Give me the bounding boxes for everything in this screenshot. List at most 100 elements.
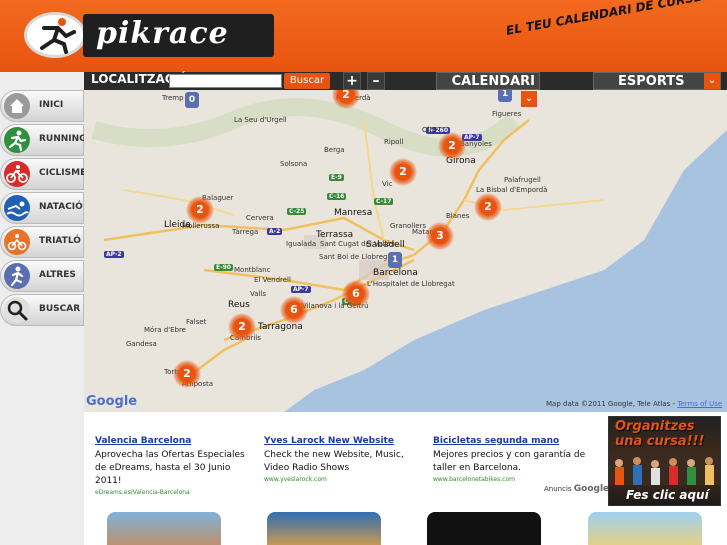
event-cluster-marker[interactable]: 6 — [280, 296, 308, 324]
sidebar-item-running[interactable]: RUNNING — [0, 124, 87, 156]
chevron-down-icon[interactable]: ⌄ — [704, 73, 720, 89]
magnifier-icon — [4, 297, 30, 323]
map-place-label: Gandesa — [126, 340, 157, 348]
sidebar-item-label: TRIATLÓ — [39, 236, 81, 246]
map-place-label: Cervera — [246, 214, 274, 222]
road-label: C-25 — [287, 208, 307, 215]
map-place-label: Granollers — [390, 222, 427, 230]
chevron-down-icon[interactable]: ⌄ — [521, 91, 537, 107]
map-place-label: Tremp — [162, 94, 184, 102]
event-cluster-marker[interactable]: 2 — [228, 313, 256, 341]
ad-title-link[interactable]: Yves Larock New Website — [264, 436, 424, 446]
location-search-button[interactable]: Buscar — [284, 73, 330, 89]
map-place-label: Figueres — [492, 110, 522, 118]
sidebar-item-label: CICLISME — [39, 168, 87, 178]
map-place-label: Reus — [228, 300, 250, 310]
sidebar-item-label: BUSCAR — [39, 304, 81, 314]
map-place-label: Sant Cugat del Vallès — [320, 240, 395, 248]
event-cluster-marker[interactable]: 2 — [389, 158, 417, 186]
map-data-text: Map data ©2011 Google, Tele Atlas - — [546, 400, 676, 408]
road-label: C-16 — [327, 193, 347, 200]
ad-url[interactable]: eDreams.es/Valencia-Barcelona — [95, 489, 255, 496]
map-place-label: Palafrugell — [504, 176, 541, 184]
sidebar-item-inici[interactable]: INICI — [0, 90, 84, 122]
runner-icon — [4, 127, 30, 153]
event-pin-marker[interactable]: 1 — [388, 252, 402, 268]
ad-title-link[interactable]: Valencia Barcelona — [95, 436, 255, 446]
map-place-label: L'Hospitalet de Llobregat — [367, 280, 455, 288]
runner-logo-icon — [40, 18, 76, 54]
event-cluster-marker[interactable]: 2 — [438, 132, 466, 160]
event-cluster-marker[interactable]: 6 — [342, 280, 370, 308]
event-pin-marker[interactable]: 0 — [185, 92, 199, 108]
ad-body-text: Aprovecha las Ofertas Especiales de eDre… — [95, 450, 245, 486]
event-cluster-marker[interactable]: 2 — [474, 193, 502, 221]
road-label: A-2 — [267, 228, 283, 235]
race-thumbnail[interactable] — [107, 512, 221, 545]
map-place-label: Manresa — [334, 208, 373, 218]
zoom-in-button[interactable]: + — [343, 72, 361, 90]
map-place-label: Montblanc — [234, 266, 271, 274]
ad-body-text: Check the new Website, Music, Video Radi… — [264, 450, 404, 473]
map-place-label: Valls — [250, 290, 267, 298]
road-label: C-17 — [374, 198, 394, 205]
runners-crowd-image — [609, 453, 720, 485]
map-place-label: Vic — [382, 180, 393, 188]
page: pikrace EL TEU CALENDARI DE CURSES INICI… — [0, 0, 727, 545]
map-place-label: Falset — [186, 318, 207, 326]
zoom-out-button[interactable]: – — [367, 72, 385, 90]
home-icon — [4, 93, 30, 119]
ad-block: Valencia Barcelona Aprovecha las Ofertas… — [84, 412, 609, 500]
sidebar-item-label: NATACIÓ — [39, 202, 83, 212]
sidebar-item-label: ALTRES — [39, 270, 76, 280]
sidebar-item-ciclisme[interactable]: CICLISME — [0, 158, 87, 190]
map-view[interactable]: N-260 AP-7 C-25 C-16 C-17 E-9 A-2 AP-2 E… — [84, 90, 727, 412]
ad-item[interactable]: Bicicletas segunda mano Mejores precios … — [433, 436, 593, 483]
race-thumbnail[interactable] — [427, 512, 541, 545]
sidebar-item-triatlo[interactable]: TRIATLÓ — [0, 226, 84, 258]
map-place-label: Ripoll — [384, 138, 404, 146]
organize-race-promo[interactable]: Organitzes una cursa!!! Fes clic aquí — [608, 416, 721, 506]
event-cluster-marker[interactable]: 2 — [186, 196, 214, 224]
road-label: AP-7 — [291, 286, 311, 293]
race-thumbnail[interactable] — [588, 512, 702, 545]
road-label: E-9 — [329, 174, 344, 181]
road-label: AP-2 — [104, 251, 124, 258]
map-place-label: Móra d'Ebre — [144, 326, 186, 334]
triathlon-icon — [4, 229, 30, 255]
map-place-label: El Vendrell — [254, 276, 291, 284]
ad-title-link[interactable]: Bicicletas segunda mano — [433, 436, 593, 446]
sidebar-item-buscar[interactable]: BUSCAR — [0, 294, 84, 326]
ad-body-text: Mejores precios y con garantía de taller… — [433, 450, 586, 473]
sports-dropdown[interactable]: ESPORTS — [593, 72, 721, 90]
other-sports-icon — [4, 263, 30, 289]
map-place-label: Blanes — [446, 212, 470, 220]
ad-url[interactable]: www.barcelonetabikes.com — [433, 476, 593, 483]
ads-by-brand: Google — [573, 484, 610, 494]
google-map-logo: Google — [86, 394, 138, 409]
ads-by-google[interactable]: Anuncis Google — [544, 484, 609, 494]
map-place-label: La Seu d'Urgell — [234, 116, 287, 124]
calendar-button[interactable]: CALENDARI — [436, 72, 540, 90]
sidebar-item-altres[interactable]: ALTRES — [0, 260, 84, 292]
race-thumbnail[interactable] — [267, 512, 381, 545]
map-place-label: Tàrrega — [232, 228, 259, 236]
ad-item[interactable]: Yves Larock New Website Check the new We… — [264, 436, 424, 483]
ad-item[interactable]: Valencia Barcelona Aprovecha las Ofertas… — [95, 436, 255, 496]
map-attribution: Map data ©2011 Google, Tele Atlas - Term… — [546, 400, 722, 408]
ads-by-label: Anuncis — [544, 485, 572, 493]
promo-cta: Fes clic aquí — [626, 488, 709, 502]
event-cluster-marker[interactable]: 3 — [426, 222, 454, 250]
terms-of-use-link[interactable]: Terms of Use — [677, 400, 722, 408]
bicycle-icon — [4, 161, 30, 187]
swimmer-icon — [4, 195, 30, 221]
map-place-label: Sant Boi de Llobregat — [319, 253, 395, 261]
map-place-label: Igualada — [286, 240, 317, 248]
event-pin-marker[interactable]: 1 — [498, 90, 512, 102]
event-cluster-marker[interactable]: 2 — [173, 360, 201, 388]
ad-url[interactable]: www.yveslarock.com — [264, 476, 424, 483]
location-search-input[interactable] — [169, 74, 282, 88]
sidebar-item-natacio[interactable]: NATACIÓ — [0, 192, 84, 224]
map-place-label: Olot — [422, 126, 437, 134]
road-label: E-90 — [214, 264, 233, 271]
